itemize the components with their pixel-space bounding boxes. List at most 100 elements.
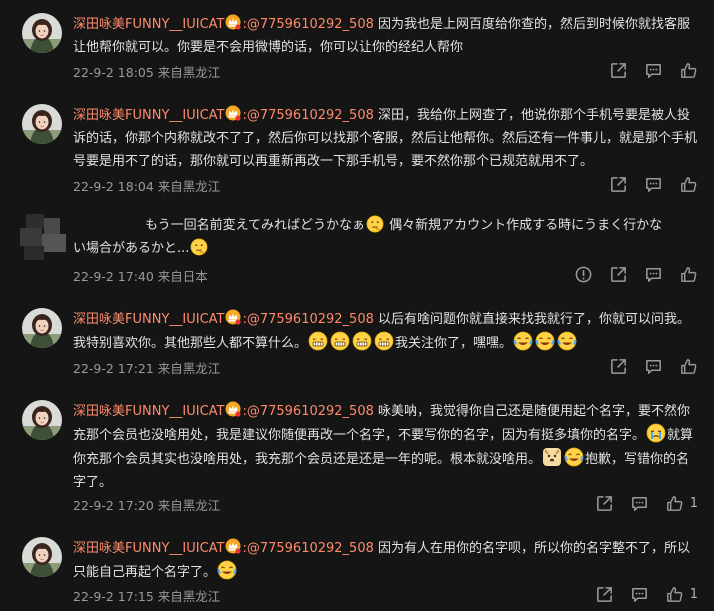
grin-emoji-icon xyxy=(308,331,328,351)
comment-meta: 22-9-2 17:40 来自日本 xyxy=(73,269,208,284)
comment-icon xyxy=(644,175,663,194)
comment-body: 深田咏美FUNNY__IUICAT:@7759610292_508 因为有人在用… xyxy=(73,537,697,584)
comment-body: 深田咏美FUNNY__IUICAT:@7759610292_508 因为我也是上… xyxy=(73,13,697,59)
avatar[interactable] xyxy=(22,13,62,53)
doge-emoji-icon xyxy=(542,447,562,467)
comment-body: 深田咏美FUNNY__IUICAT:@7759610292_508 咏美呐，我觉… xyxy=(73,400,697,494)
comment-meta: 22-9-2 18:04 来自黑龙江 xyxy=(73,179,221,194)
comment-body: 深田咏美FUNNY__IUICAT:@7759610292_508 深田，我给你… xyxy=(73,104,697,173)
like-button[interactable]: 1 xyxy=(665,494,698,513)
share-button[interactable] xyxy=(595,494,614,513)
report-button[interactable] xyxy=(574,265,593,284)
crown-badge-icon xyxy=(225,401,241,417)
username-link[interactable]: 深田咏美FUNNY__IUICAT xyxy=(73,17,224,32)
share-icon xyxy=(609,357,628,376)
laugh-cry-emoji-icon xyxy=(535,331,555,351)
comment-actions xyxy=(593,174,698,194)
reply-button[interactable] xyxy=(630,585,649,604)
comment-actions xyxy=(593,60,698,80)
comment-content: もう一回名前変えてみればどうかなぁ xyxy=(145,218,365,233)
reply-mention[interactable]: :@7759610292_508 xyxy=(242,312,373,327)
share-icon xyxy=(609,175,628,194)
avatar[interactable] xyxy=(22,308,62,348)
reply-mention[interactable]: :@7759610292_508 xyxy=(242,108,373,123)
laugh-cry-emoji-icon xyxy=(513,331,533,351)
laugh-cry-emoji-icon xyxy=(557,331,577,351)
like-icon xyxy=(679,175,698,194)
comment-meta: 22-9-2 17:21 来自黑龙江 xyxy=(73,361,221,376)
comment-text: 深田咏美FUNNY__IUICAT:@7759610292_508 因为有人在用… xyxy=(73,537,697,584)
share-button[interactable] xyxy=(609,175,628,194)
comment-icon xyxy=(644,357,663,376)
username-link[interactable]: 深田咏美FUNNY__IUICAT xyxy=(73,312,224,327)
like-icon xyxy=(665,494,684,513)
comment-text: 深田咏美FUNNY__IUICAT:@7759610292_508 因为我也是上… xyxy=(73,13,697,59)
username-link[interactable]: 深田咏美FUNNY__IUICAT xyxy=(73,404,224,419)
comment-actions: 1 xyxy=(579,493,698,513)
username-link[interactable]: 深田咏美FUNNY__IUICAT xyxy=(73,541,224,556)
share-button[interactable] xyxy=(609,61,628,80)
comment-icon xyxy=(644,61,663,80)
grin-emoji-icon xyxy=(352,331,372,351)
comment-icon xyxy=(630,494,649,513)
share-icon xyxy=(609,61,628,80)
like-count: 1 xyxy=(689,495,698,511)
share-button[interactable] xyxy=(595,585,614,604)
like-button[interactable] xyxy=(679,265,698,284)
like-button[interactable]: 1 xyxy=(665,585,698,604)
like-icon xyxy=(679,357,698,376)
crown-badge-icon xyxy=(225,309,241,325)
comment-content-3: い場合があるかと... xyxy=(73,241,190,256)
reply-button[interactable] xyxy=(630,494,649,513)
like-button[interactable] xyxy=(679,357,698,376)
reply-mention[interactable]: :@7759610292_508 xyxy=(242,404,373,419)
reply-button[interactable] xyxy=(644,61,663,80)
comment-text: 深田咏美FUNNY__IUICAT:@7759610292_508 以后有啥问题… xyxy=(73,308,697,355)
comment-content-2: 偶々新規アカウント作成する時にうまく行かな xyxy=(389,218,663,233)
grin-emoji-icon xyxy=(374,331,394,351)
like-icon xyxy=(665,585,684,604)
avatar[interactable] xyxy=(22,400,62,440)
crown-badge-icon xyxy=(225,105,241,121)
comment-icon xyxy=(644,265,663,284)
comment-text: もう一回名前変えてみればどうかなぁ 偶々新規アカウント作成する時にうまく行かな … xyxy=(73,214,697,260)
comment-text: 深田咏美FUNNY__IUICAT:@7759610292_508 咏美呐，我觉… xyxy=(73,400,697,494)
comment-body: 深田咏美FUNNY__IUICAT:@7759610292_508 以后有啥问题… xyxy=(73,308,697,355)
avatar[interactable] xyxy=(22,537,62,577)
reply-button[interactable] xyxy=(644,175,663,194)
comment-meta: 22-9-2 18:05 来自黑龙江 xyxy=(73,65,221,80)
crying-emoji-icon xyxy=(646,423,666,443)
reply-mention[interactable]: :@7759610292_508 xyxy=(242,541,373,556)
reply-mention[interactable]: :@7759610292_508 xyxy=(242,17,373,32)
comment-icon xyxy=(630,585,649,604)
comment-actions xyxy=(593,356,698,376)
laugh-cry-emoji-icon xyxy=(564,447,584,467)
crown-badge-icon xyxy=(225,14,241,30)
comment-actions: 1 xyxy=(579,584,698,604)
like-icon xyxy=(679,265,698,284)
thinking-emoji-icon xyxy=(366,215,384,233)
share-icon xyxy=(609,265,628,284)
like-icon xyxy=(679,61,698,80)
crown-badge-icon xyxy=(225,538,241,554)
thinking-emoji-icon xyxy=(190,238,208,256)
comment-content-2: 我关注你了，嘿嘿。 xyxy=(395,336,513,351)
share-icon xyxy=(595,585,614,604)
blurred-avatar xyxy=(20,214,72,264)
avatar[interactable] xyxy=(22,104,62,144)
reply-button[interactable] xyxy=(644,265,663,284)
comment-meta: 22-9-2 17:15 来自黑龙江 xyxy=(73,589,221,604)
comment-meta: 22-9-2 17:20 来自黑龙江 xyxy=(73,498,221,513)
share-button[interactable] xyxy=(609,265,628,284)
username-link[interactable]: 深田咏美FUNNY__IUICAT xyxy=(73,108,224,123)
report-icon xyxy=(574,265,593,284)
reply-button[interactable] xyxy=(644,357,663,376)
share-button[interactable] xyxy=(609,357,628,376)
comment-feed: 深田咏美FUNNY__IUICAT:@7759610292_508 因为我也是上… xyxy=(0,0,714,611)
comment-actions xyxy=(558,264,698,284)
grin-emoji-icon xyxy=(330,331,350,351)
like-button[interactable] xyxy=(679,175,698,194)
like-button[interactable] xyxy=(679,61,698,80)
comment-text: 深田咏美FUNNY__IUICAT:@7759610292_508 深田，我给你… xyxy=(73,104,697,173)
share-icon xyxy=(595,494,614,513)
